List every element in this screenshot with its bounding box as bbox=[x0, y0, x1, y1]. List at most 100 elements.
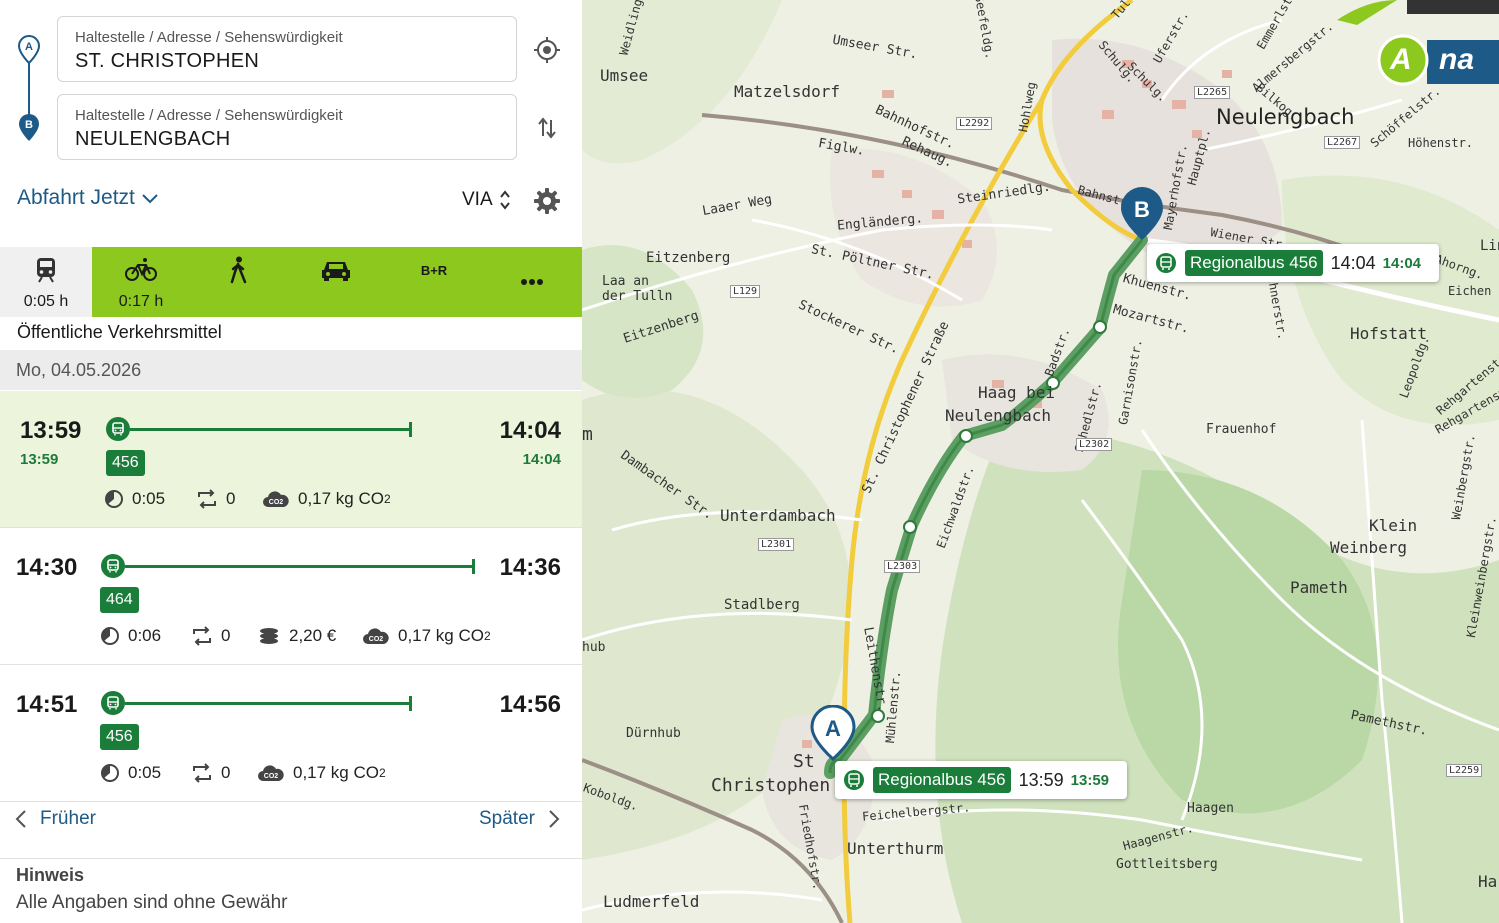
origin-input[interactable]: ST. CHRISTOPHEN bbox=[75, 50, 259, 73]
co2-cloud-icon: CO2 bbox=[258, 765, 284, 781]
bus-icon bbox=[106, 417, 130, 441]
date-text: Mo, 04.05.2026 bbox=[16, 360, 142, 380]
co2-value: 0,17 kg CO bbox=[298, 489, 384, 508]
co2: CO2 0,17 kg CO 2 bbox=[262, 489, 391, 509]
map-place-label: Weinberg bbox=[1330, 538, 1408, 557]
arrival-time: 14:36 bbox=[499, 554, 561, 581]
later-button[interactable]: Später bbox=[479, 808, 561, 830]
svg-text:CO2: CO2 bbox=[369, 636, 384, 643]
tab-public-transport-duration: 0:05 h bbox=[23, 293, 69, 310]
via-button[interactable]: VIA bbox=[462, 189, 511, 211]
route-connector bbox=[28, 62, 30, 116]
popup-realtime: 13:59 bbox=[1070, 771, 1110, 789]
brand-logo[interactable]: A na bbox=[1327, 0, 1499, 90]
popup-time: 14:04 bbox=[1330, 252, 1376, 273]
tab-public-transport[interactable]: 0:05 h bbox=[0, 247, 92, 317]
swap-icon[interactable] bbox=[537, 116, 557, 145]
transfer-icon bbox=[193, 763, 211, 783]
duration-value: 0:05 bbox=[132, 489, 166, 508]
connection-row-3[interactable]: 14:51 456 14:56 0:05 0 CO2 0,17 kg CO 2 bbox=[0, 665, 582, 802]
price-value: 2,20 € bbox=[289, 626, 337, 645]
mode-title: Öffentliche Verkehrsmittel bbox=[17, 322, 222, 342]
walking-icon bbox=[192, 255, 284, 285]
destination-input[interactable]: NEULENGBACH bbox=[75, 128, 231, 151]
co2-cloud-icon: CO2 bbox=[263, 491, 289, 507]
arrival-time: 14:04 bbox=[499, 417, 561, 444]
car-icon bbox=[290, 255, 382, 285]
hint-title: Hinweis bbox=[16, 865, 85, 885]
transfer-icon bbox=[193, 626, 211, 646]
road-number: L2301 bbox=[758, 538, 795, 551]
destination-field[interactable]: Haltestelle / Adresse / Sehenswürdigkeit… bbox=[57, 94, 517, 160]
route-map[interactable]: Umsee Matzelsdorf Neulengbach Hofstatt E… bbox=[582, 0, 1499, 923]
bus-icon bbox=[101, 554, 125, 578]
coins-icon bbox=[260, 628, 278, 644]
map-place-label: Stadlberg bbox=[724, 597, 800, 613]
road-number: L2292 bbox=[956, 117, 993, 130]
marker-a-letter: A bbox=[825, 716, 841, 741]
logo-text: na bbox=[1439, 43, 1475, 76]
map-place-label: Frauenhof bbox=[1206, 422, 1277, 437]
tab-bike-and-ride[interactable]: B+R bbox=[388, 247, 480, 317]
departure-time-dropdown[interactable]: Abfahrt Jetzt bbox=[17, 186, 159, 210]
destination-map-marker[interactable]: B bbox=[1119, 186, 1165, 242]
popup-line-badge: Regionalbus 456 bbox=[1185, 250, 1323, 276]
map-place-label: Haag bei bbox=[978, 383, 1056, 402]
map-place-label: Har bbox=[1478, 872, 1499, 891]
line-badge: 456 bbox=[100, 724, 139, 750]
road-number: L2267 bbox=[1324, 136, 1361, 149]
map-place-label: Dürnhub bbox=[626, 726, 681, 741]
road-number: L2259 bbox=[1446, 764, 1483, 777]
tab-bicycle[interactable]: 0:17 h bbox=[95, 247, 187, 317]
tab-more[interactable] bbox=[486, 247, 578, 317]
map-street-label: Höhenstr. bbox=[1408, 136, 1474, 150]
arrival-time: 14:56 bbox=[499, 691, 561, 718]
chevron-down-icon bbox=[142, 194, 158, 204]
duration-value: 0:06 bbox=[128, 626, 162, 645]
map-place-label: Klein bbox=[1369, 516, 1418, 535]
map-place-label: Matzelsdorf bbox=[734, 82, 840, 101]
trip-progress-line bbox=[125, 559, 475, 574]
stop-popup-destination[interactable]: Regionalbus 456 14:04 14:04 bbox=[1147, 244, 1439, 282]
map-place-label: Lin bbox=[1480, 238, 1499, 254]
earlier-button[interactable]: Früher bbox=[14, 808, 96, 830]
departure-time: 13:59 bbox=[20, 417, 82, 444]
popup-line-badge: Regionalbus 456 bbox=[873, 767, 1011, 793]
departure-time-label: Abfahrt Jetzt bbox=[17, 186, 135, 209]
connection-row-1[interactable]: 13:59 13:59 456 14:04 14:04 0:05 0 CO2 0… bbox=[0, 391, 582, 528]
map-place-label: Laa an bbox=[602, 274, 649, 289]
hint-section: Hinweis Alle Angaben sind ohne Gewähr bbox=[0, 858, 582, 913]
co2-subscript: 2 bbox=[379, 766, 386, 780]
logo-letter: A bbox=[1390, 43, 1412, 76]
co2-subscript: 2 bbox=[384, 492, 391, 506]
map-place-label: Christophen bbox=[711, 775, 831, 796]
locate-me-icon[interactable] bbox=[533, 36, 561, 69]
line-badge: 464 bbox=[100, 587, 139, 613]
destination-field-label: Haltestelle / Adresse / Sehenswürdigkeit bbox=[75, 107, 343, 124]
origin-field[interactable]: Haltestelle / Adresse / Sehenswürdigkeit… bbox=[57, 16, 517, 82]
settings-gear-icon[interactable] bbox=[532, 186, 562, 221]
road-number: L2265 bbox=[1194, 86, 1231, 99]
departure-time: 14:51 bbox=[16, 691, 78, 718]
map-place-label: Unterthurm bbox=[847, 839, 944, 858]
train-icon bbox=[0, 255, 92, 285]
map-place-label: Haagen bbox=[1187, 801, 1234, 816]
popup-realtime: 14:04 bbox=[1382, 254, 1422, 272]
origin-field-label: Haltestelle / Adresse / Sehenswürdigkeit bbox=[75, 29, 343, 46]
bus-icon bbox=[844, 770, 864, 790]
tab-walking[interactable] bbox=[192, 247, 284, 317]
changes: 0 bbox=[191, 626, 230, 646]
clock-icon bbox=[101, 764, 119, 782]
co2-subscript: 2 bbox=[484, 629, 491, 643]
trip-progress-line bbox=[125, 696, 412, 711]
origin-map-marker[interactable]: A bbox=[810, 704, 856, 761]
bus-icon bbox=[101, 691, 125, 715]
map-place-label: Pameth bbox=[1290, 578, 1348, 597]
origin-marker-icon: A bbox=[17, 35, 41, 65]
map-place-label: Neulengbach bbox=[945, 406, 1051, 425]
connection-row-2[interactable]: 14:30 464 14:36 0:06 0 2,20 € CO2 0,17 k… bbox=[0, 528, 582, 665]
chevron-left-icon bbox=[15, 810, 26, 828]
stop-popup-origin[interactable]: Regionalbus 456 13:59 13:59 bbox=[835, 761, 1127, 799]
tab-car[interactable] bbox=[290, 247, 382, 317]
map-place-label: Unterdambach bbox=[720, 506, 836, 525]
